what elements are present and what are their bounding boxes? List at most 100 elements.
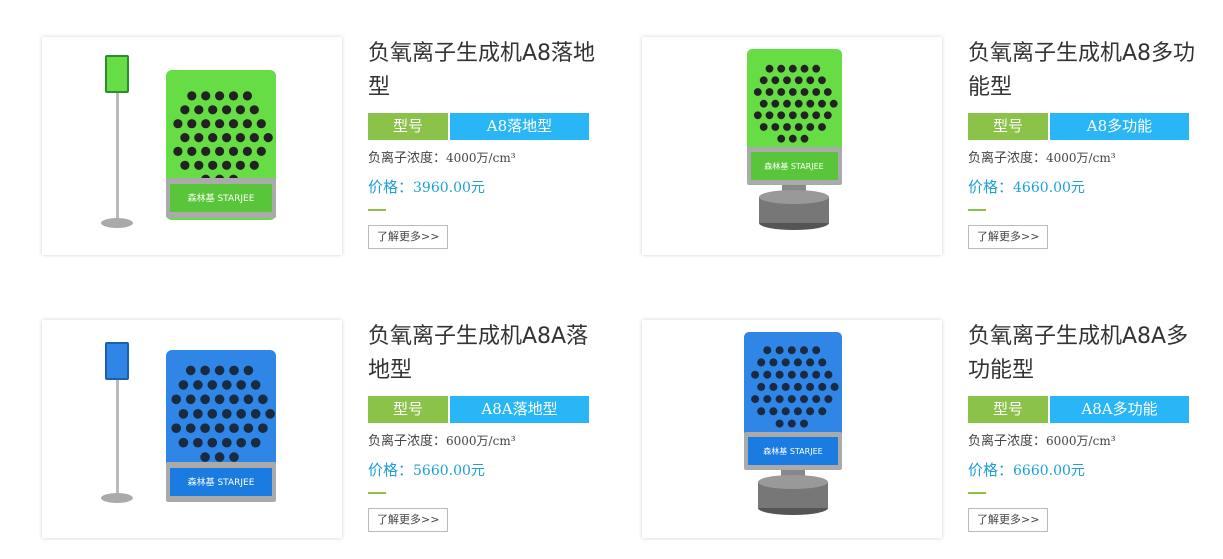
brand-logo: 森林基 STARJEE bbox=[188, 192, 255, 204]
product-image[interactable]: 森林基 STARJEE bbox=[42, 37, 342, 255]
vent-hole bbox=[812, 64, 821, 73]
product-title[interactable]: 负氧离子生成机A8A落地型 bbox=[368, 320, 598, 388]
vent-hole bbox=[806, 76, 815, 85]
price-value: 5660.00元 bbox=[413, 463, 485, 479]
vent-hole bbox=[214, 452, 225, 462]
vent-hole bbox=[263, 133, 273, 143]
vent-hole bbox=[236, 409, 246, 419]
product-card: 森林基 STARJEE 负氧离子生成机A8A多功能型 型号 A8A多功能 负离子… bbox=[642, 320, 1223, 542]
vent-hole bbox=[823, 88, 832, 96]
vent-hole bbox=[222, 437, 232, 448]
vent-hole bbox=[194, 160, 204, 170]
vent-hole bbox=[187, 119, 197, 129]
product-card: 森林基 STARJEE 负氧离子生成机A8A落地型 型号 A8A落地型 负离子浓… bbox=[42, 320, 642, 542]
vent-hole bbox=[265, 409, 275, 419]
product-image[interactable]: 森林基 STARJEE bbox=[642, 37, 942, 255]
vent-hole bbox=[787, 346, 796, 355]
vent-hole bbox=[178, 380, 189, 390]
vent-hole bbox=[200, 423, 210, 433]
vent-hole bbox=[249, 133, 259, 143]
vent-hole bbox=[812, 88, 821, 96]
vent-hole bbox=[793, 382, 802, 391]
vent-hole bbox=[800, 88, 809, 96]
vent-hole bbox=[228, 91, 239, 101]
product-card: 森林基 STARJEE 负氧离子生成机A8落地型 型号 A8落地型 负离子浓度：… bbox=[42, 37, 642, 259]
vent-hole bbox=[249, 105, 259, 115]
vent-hole bbox=[228, 146, 239, 156]
vent-hole bbox=[818, 358, 827, 367]
learn-more-button[interactable]: 了解更多>> bbox=[968, 225, 1049, 249]
model-row: 型号 A8落地型 bbox=[368, 113, 598, 140]
vent-hole bbox=[765, 64, 774, 73]
model-row: 型号 A8多功能 bbox=[968, 113, 1198, 140]
accent-dash bbox=[968, 492, 986, 494]
price-value: 6660.00元 bbox=[1013, 463, 1085, 479]
vent-hole bbox=[812, 370, 821, 379]
vent-hole bbox=[788, 64, 797, 73]
vent-hole bbox=[769, 382, 778, 391]
learn-more-button[interactable]: 了解更多>> bbox=[968, 508, 1049, 532]
vent-hole bbox=[812, 111, 821, 120]
vent-hole bbox=[242, 91, 252, 101]
vent-hole bbox=[781, 407, 790, 416]
vent-hole bbox=[201, 146, 211, 156]
vent-hole bbox=[783, 76, 791, 85]
concentration-label: 负离子浓度： bbox=[368, 151, 447, 166]
vent-hole bbox=[187, 146, 197, 156]
product-image[interactable]: 森林基 STARJEE bbox=[42, 320, 342, 538]
vent-hole bbox=[173, 146, 183, 156]
product-illustration: 森林基 STARJEE bbox=[747, 49, 842, 230]
vent-hole bbox=[193, 380, 203, 390]
concentration-value: 6000万/cm³ bbox=[1046, 434, 1116, 448]
model-label: 型号 bbox=[368, 113, 448, 140]
learn-more-button[interactable]: 了解更多>> bbox=[368, 508, 449, 532]
vent-hole bbox=[763, 346, 772, 355]
vent-hole bbox=[193, 437, 203, 448]
price-value: 4660.00元 bbox=[1013, 180, 1085, 196]
vent-hole bbox=[222, 160, 232, 170]
vent-hole bbox=[207, 409, 218, 419]
vent-hole bbox=[781, 358, 790, 367]
vent-hole bbox=[229, 423, 239, 433]
vent-hole bbox=[759, 76, 768, 85]
vent-hole bbox=[171, 423, 181, 433]
price: 价格：5660.00元 bbox=[368, 459, 598, 482]
vent-hole bbox=[243, 365, 254, 376]
vent-hole bbox=[236, 437, 246, 448]
vent-hole bbox=[818, 76, 826, 85]
vent-hole bbox=[787, 419, 796, 428]
product-illustration: 森林基 STARJEE bbox=[744, 332, 842, 515]
vent-hole bbox=[806, 123, 815, 131]
vent-hole bbox=[207, 437, 218, 448]
learn-more-button[interactable]: 了解更多>> bbox=[368, 225, 449, 249]
product-card: 森林基 STARJEE 负氧离子生成机A8多功能型 型号 A8多功能 负离子浓度… bbox=[642, 37, 1223, 259]
vent-hole bbox=[214, 423, 225, 433]
vent-hole bbox=[207, 380, 218, 390]
vent-hole bbox=[229, 365, 239, 376]
brand-logo: 森林基 STARJEE bbox=[188, 476, 255, 488]
vent-hole bbox=[215, 91, 225, 101]
vent-hole bbox=[818, 407, 827, 416]
vent-hole bbox=[256, 146, 266, 156]
product-image[interactable]: 森林基 STARJEE bbox=[642, 320, 942, 538]
vent-hole bbox=[200, 365, 210, 376]
model-row: 型号 A8A多功能 bbox=[968, 396, 1198, 423]
price-label: 价格： bbox=[368, 461, 414, 479]
vent-hole bbox=[771, 123, 780, 131]
accent-dash bbox=[368, 209, 386, 211]
vent-hole bbox=[794, 76, 803, 85]
vent-hole bbox=[235, 133, 245, 143]
model-label: 型号 bbox=[368, 396, 448, 423]
vent-hole bbox=[783, 123, 791, 131]
product-title[interactable]: 负氧离子生成机A8落地型 bbox=[368, 37, 598, 105]
concentration-value: 4000万/cm³ bbox=[446, 151, 516, 165]
vent-hole bbox=[775, 419, 784, 428]
vent-hole bbox=[180, 160, 190, 170]
product-title[interactable]: 负氧离子生成机A8A多功能型 bbox=[968, 320, 1198, 388]
vent-hole bbox=[236, 380, 246, 390]
vent-hole bbox=[793, 358, 802, 367]
price-label: 价格： bbox=[968, 461, 1014, 479]
product-title[interactable]: 负氧离子生成机A8多功能型 bbox=[968, 37, 1198, 105]
brand-logo: 森林基 STARJEE bbox=[763, 446, 822, 456]
brand-logo: 森林基 STARJEE bbox=[764, 161, 823, 171]
